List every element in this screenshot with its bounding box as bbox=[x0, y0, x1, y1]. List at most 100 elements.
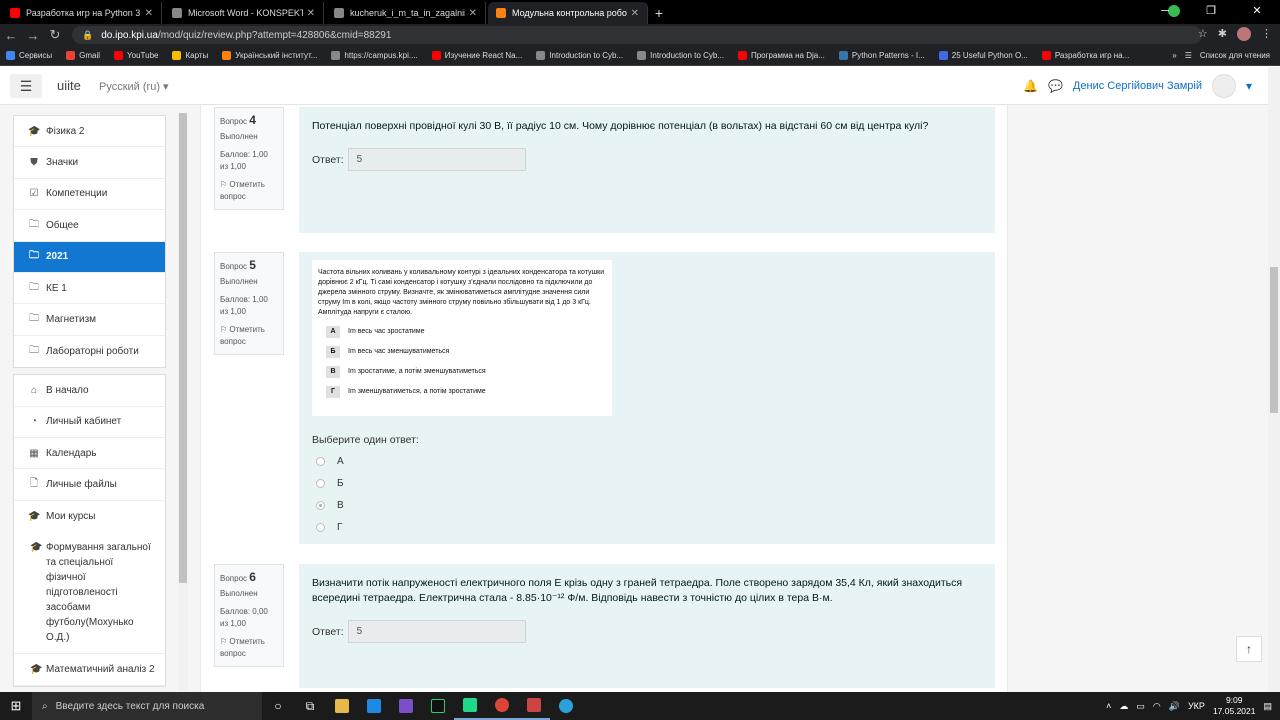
visual-studio-icon[interactable] bbox=[390, 692, 422, 720]
file-explorer-icon[interactable] bbox=[326, 692, 358, 720]
forward-icon[interactable]: → bbox=[22, 28, 44, 43]
chrome-icon[interactable] bbox=[486, 692, 518, 720]
messages-icon[interactable]: 💬 bbox=[1048, 79, 1063, 93]
sidebar-item[interactable]: 🗋 Личные файлы bbox=[14, 469, 165, 501]
telegram-icon[interactable] bbox=[550, 692, 582, 720]
pycharm-icon[interactable] bbox=[422, 692, 454, 720]
sidebar-course-item[interactable]: 🎓 Математичний аналіз 2 bbox=[14, 654, 165, 687]
user-name[interactable]: Денис Сергійович Замрій bbox=[1073, 80, 1202, 92]
notifications-icon[interactable]: ▤ bbox=[1263, 701, 1272, 712]
cortana-icon[interactable]: ○ bbox=[262, 692, 294, 720]
bookmark-favicon-icon bbox=[938, 51, 948, 60]
page-scrollbar[interactable] bbox=[1268, 67, 1280, 692]
clock[interactable]: 9:09 17.05.2021 bbox=[1213, 695, 1256, 717]
minimize-icon[interactable]: ─ bbox=[1142, 0, 1188, 22]
reading-list[interactable]: » ☰ Список для чтения bbox=[1172, 51, 1270, 60]
close-tab-icon[interactable]: ✕ bbox=[307, 8, 315, 19]
back-icon[interactable]: ← bbox=[0, 28, 22, 43]
sidebar-course-item[interactable]: 🎓 Формування загальної та спеціальної фіз… bbox=[14, 532, 165, 655]
answer-field[interactable]: 5 bbox=[347, 148, 526, 171]
bookmark-item[interactable]: Разработка игр на... bbox=[1041, 51, 1129, 60]
bookmark-item[interactable]: Изучение React Na... bbox=[431, 51, 522, 60]
sidebar-item[interactable]: 🗀 2021 bbox=[14, 241, 165, 273]
extensions-icon[interactable]: ✱ bbox=[1218, 27, 1227, 41]
menu-dots-icon[interactable]: ⋮ bbox=[1261, 27, 1272, 41]
close-window-icon[interactable]: ✕ bbox=[1234, 0, 1280, 22]
language-indicator[interactable]: УКР bbox=[1188, 701, 1205, 711]
sidebar-scrollbar[interactable] bbox=[178, 113, 188, 691]
sidebar-item[interactable]: 🎓 Мои курсы bbox=[14, 501, 165, 532]
scroll-to-top-button[interactable]: ↑ bbox=[1236, 636, 1262, 662]
close-tab-icon[interactable]: ✕ bbox=[631, 8, 639, 19]
mail-icon[interactable] bbox=[358, 692, 390, 720]
radio-button[interactable] bbox=[316, 500, 325, 510]
sidebar-item[interactable]: ◔ Личный кабинет bbox=[14, 407, 165, 438]
battery-icon[interactable]: ▭ bbox=[1136, 701, 1145, 712]
bookmark-item[interactable]: Python Patterns - I... bbox=[838, 51, 925, 60]
globe-icon bbox=[172, 8, 182, 18]
bookmark-item[interactable]: YouTube bbox=[114, 51, 158, 60]
sidebar-item[interactable]: ▦ Календарь bbox=[14, 438, 165, 470]
question-grade: Баллов: 0,00 из 1,00 bbox=[220, 607, 268, 628]
chevron-up-icon[interactable]: ˄ bbox=[1106, 701, 1111, 711]
browser-tab[interactable]: kucheruk_i_m_ta_in_zagalnii_kur✕ bbox=[326, 2, 486, 24]
windows-start-icon[interactable]: ⊞ bbox=[0, 698, 32, 714]
volume-icon[interactable]: 🔊 bbox=[1169, 701, 1180, 712]
sidebar-item[interactable]: 🗀 Общее bbox=[14, 210, 165, 242]
app-icon[interactable] bbox=[518, 692, 550, 720]
chevron-down-icon[interactable]: ▾ bbox=[1246, 79, 1252, 93]
bookmark-item[interactable]: 25 Useful Python O... bbox=[938, 51, 1028, 60]
maximize-icon[interactable]: ❐ bbox=[1188, 0, 1234, 22]
image-option: Г Im зменшуватиметься, а потім зростатиме bbox=[318, 386, 606, 398]
sidebar-item[interactable]: ⌂ В начало bbox=[14, 375, 165, 407]
sidebar-item[interactable]: 🗀 Магнетизм bbox=[14, 304, 165, 336]
profile-avatar[interactable] bbox=[1237, 27, 1251, 41]
sidebar-item[interactable]: 🗀 КЕ 1 bbox=[14, 273, 165, 305]
flag-question[interactable]: ⚐ Отметить вопрос bbox=[220, 324, 278, 348]
system-tray: ˄ ☁ ▭ ◠ 🔊 УКР 9:09 17.05.2021 ▤ bbox=[1106, 692, 1272, 720]
radio-button[interactable] bbox=[316, 456, 325, 466]
radio-button[interactable] bbox=[316, 522, 325, 532]
answer-option[interactable]: Б bbox=[312, 476, 982, 490]
wifi-icon[interactable]: ◠ bbox=[1153, 701, 1161, 712]
browser-tab[interactable]: Разработка игр на Python 3 с Py✕ bbox=[2, 2, 162, 24]
close-tab-icon[interactable]: ✕ bbox=[469, 8, 477, 19]
sidebar-item[interactable]: ⛊ Значки bbox=[14, 147, 165, 179]
bookmark-item[interactable]: Український інститут... bbox=[222, 51, 317, 60]
user-avatar[interactable] bbox=[1211, 74, 1236, 98]
bookmark-item[interactable]: Introduction to Cyb... bbox=[637, 51, 724, 60]
browser-tab-active[interactable]: Модульна контрольна робота: ✕ bbox=[488, 2, 648, 24]
bell-icon[interactable]: 🔔 bbox=[1023, 79, 1038, 93]
cloud-icon[interactable]: ☁ bbox=[1119, 701, 1128, 712]
browser-tab[interactable]: Microsoft Word - KONSPEKT_new✕ bbox=[164, 2, 324, 24]
sidebar-item[interactable]: ☑ Компетенции bbox=[14, 179, 165, 211]
language-select[interactable]: Русский (ru) ▾ bbox=[99, 80, 169, 93]
bookmark-item[interactable]: Сервисы bbox=[6, 51, 52, 60]
pycharm-community-icon[interactable] bbox=[454, 692, 486, 720]
url-bar[interactable]: 🔒 do.ipo.kpi.ua/mod/quiz/review.php?atte… bbox=[72, 26, 1202, 44]
site-brand[interactable]: uiite bbox=[57, 78, 81, 93]
answer-option[interactable]: А bbox=[312, 454, 982, 468]
answer-option[interactable]: В bbox=[312, 498, 982, 512]
new-tab-button[interactable]: + bbox=[648, 2, 670, 24]
sidebar-item[interactable]: 🗀 Лабораторні роботи bbox=[14, 336, 165, 367]
task-view-icon[interactable]: ⧉ bbox=[294, 692, 326, 720]
answer-field[interactable]: 5 bbox=[347, 620, 526, 643]
close-tab-icon[interactable]: ✕ bbox=[145, 8, 153, 19]
bookmark-item[interactable]: https://campus.kpi.... bbox=[331, 51, 418, 60]
hamburger-menu-icon[interactable]: ☰ bbox=[10, 74, 42, 98]
bookmark-item[interactable]: Introduction to Cyb... bbox=[536, 51, 623, 60]
answer-option[interactable]: Г bbox=[312, 520, 982, 534]
bookmark-item[interactable]: Карты bbox=[172, 51, 208, 60]
more-bookmarks-icon[interactable]: » bbox=[1172, 51, 1176, 60]
bookmark-item[interactable]: Gmail bbox=[66, 51, 100, 60]
flag-question[interactable]: ⚐ Отметить вопрос bbox=[220, 179, 278, 203]
reload-icon[interactable]: ↻ bbox=[44, 27, 66, 43]
flag-question[interactable]: ⚐ Отметить вопрос bbox=[220, 636, 278, 660]
bookmark-favicon-icon bbox=[1041, 51, 1051, 60]
sidebar-item[interactable]: 🎓 Фізика 2 bbox=[14, 116, 165, 148]
taskbar-search[interactable]: ⌕ Введите здесь текст для поиска bbox=[32, 692, 262, 720]
radio-button[interactable] bbox=[316, 478, 325, 488]
bookmark-item[interactable]: Программа на Dja... bbox=[737, 51, 825, 60]
bookmark-star-icon[interactable]: ☆ bbox=[1198, 27, 1208, 41]
